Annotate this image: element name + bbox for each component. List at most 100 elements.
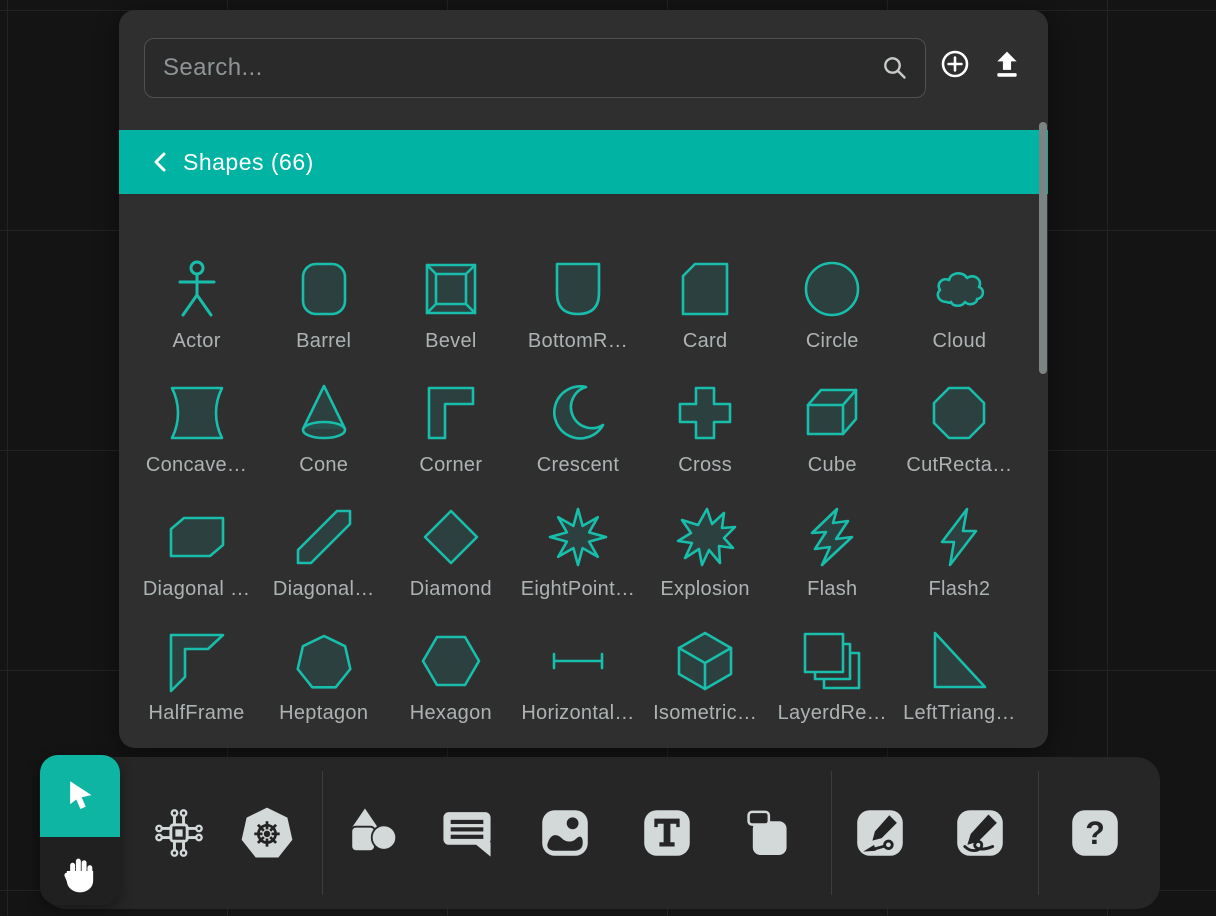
shape-library-panel: Shapes (66) Actor Barrel Bevel BottomR… Card… (119, 10, 1048, 748)
upload-icon (992, 49, 1022, 79)
shape-label: CutRecta… (906, 454, 1012, 476)
kubernetes-tool[interactable] (238, 804, 296, 862)
cross-shape-icon (672, 380, 738, 446)
help-button[interactable]: ? (1068, 806, 1122, 860)
eight-point-star-shape-icon (545, 504, 611, 570)
shape-item[interactable]: Card (642, 256, 769, 352)
shape-item[interactable]: Bevel (387, 256, 514, 352)
shape-item[interactable]: Hexagon (387, 628, 514, 724)
search-row (119, 10, 1048, 130)
circle-shape-icon (799, 256, 865, 322)
shape-item[interactable]: Actor (133, 256, 260, 352)
shape-item[interactable]: Explosion (642, 504, 769, 600)
layered-rect-shape-icon (799, 628, 865, 694)
corner-shape-icon (418, 380, 484, 446)
shape-item[interactable]: Barrel (260, 256, 387, 352)
svg-text:?: ? (1085, 815, 1105, 851)
shape-item[interactable]: Isometric… (642, 628, 769, 724)
bottom-toolbar: ? (42, 757, 1160, 909)
shape-grid: Actor Barrel Bevel BottomR… Card Circle Cloud C… (133, 206, 1023, 724)
shape-label: Diagonal… (273, 578, 375, 600)
shape-item[interactable]: LeftTriang… (896, 628, 1023, 724)
shape-item[interactable]: Diagonal… (260, 504, 387, 600)
search-input[interactable] (145, 39, 881, 97)
shape-label: Isometric… (653, 702, 757, 724)
shape-label: Concave… (146, 454, 247, 476)
sticky-note-tool[interactable] (741, 806, 795, 860)
shape-item[interactable]: Cloud (896, 256, 1023, 352)
cloud-shape-icon (926, 256, 992, 322)
text-icon (640, 806, 694, 860)
cone-shape-icon (291, 380, 357, 446)
heptagon-shape-icon (291, 628, 357, 694)
shape-label: EightPoint… (521, 578, 635, 600)
shape-item[interactable]: Heptagon (260, 628, 387, 724)
shape-label: Crescent (537, 454, 619, 476)
comment-tool[interactable] (438, 804, 496, 862)
shape-item[interactable]: Corner (387, 380, 514, 476)
shape-item[interactable]: Cone (260, 380, 387, 476)
diagonal-rect-shape-icon (164, 504, 230, 570)
shape-item[interactable]: Concave… (133, 380, 260, 476)
upload-button[interactable] (992, 49, 1022, 79)
connector-pen-tool[interactable] (853, 806, 907, 860)
left-triangle-shape-icon (926, 628, 992, 694)
shapes-category-header[interactable]: Shapes (66) (119, 130, 1048, 194)
shape-label: Barrel (296, 330, 351, 352)
pan-tool[interactable] (40, 837, 120, 905)
shape-item[interactable]: EightPoint… (514, 504, 641, 600)
add-shape-button[interactable] (940, 49, 970, 79)
horizontal-line-shape-icon (545, 628, 611, 694)
shape-label: Hexagon (410, 702, 492, 724)
drawing-canvas[interactable]: Shapes (66) Actor Barrel Bevel BottomR… Card… (0, 0, 1216, 916)
diagonal-stripe-shape-icon (291, 504, 357, 570)
shape-item[interactable]: Horizontal… (514, 628, 641, 724)
shape-item[interactable]: Cube (769, 380, 896, 476)
shape-item[interactable]: CutRecta… (896, 380, 1023, 476)
hexagon-shape-icon (418, 628, 484, 694)
image-tool[interactable] (538, 806, 592, 860)
shape-label: LayerdRe… (778, 702, 887, 724)
image-icon (538, 806, 592, 860)
shape-item[interactable]: Cross (642, 380, 769, 476)
crescent-shape-icon (545, 380, 611, 446)
cursor-icon (57, 773, 103, 819)
shape-label: LeftTriang… (903, 702, 1016, 724)
shape-item[interactable]: Circle (769, 256, 896, 352)
pen-connector-icon (853, 806, 907, 860)
shape-item[interactable]: HalfFrame (133, 628, 260, 724)
select-tool[interactable] (40, 755, 120, 837)
shape-label: Cube (808, 454, 857, 476)
flash-shape-icon (799, 504, 865, 570)
shape-label: Diagonal … (143, 578, 251, 600)
shape-label: Actor (172, 330, 220, 352)
shape-item[interactable]: BottomR… (514, 256, 641, 352)
shape-label: Circle (806, 330, 859, 352)
shape-item[interactable]: LayerdRe… (769, 628, 896, 724)
text-tool[interactable] (640, 806, 694, 860)
scrollbar-thumb[interactable] (1039, 122, 1047, 374)
cube-shape-icon (799, 380, 865, 446)
toolbar-divider (322, 771, 323, 895)
diamond-shape-icon (418, 504, 484, 570)
shape-label: Flash (807, 578, 857, 600)
shape-item[interactable]: Diamond (387, 504, 514, 600)
shape-item[interactable]: Flash2 (896, 504, 1023, 600)
shape-label: Card (683, 330, 728, 352)
network-diagram-tool[interactable] (150, 804, 208, 862)
half-frame-shape-icon (164, 628, 230, 694)
shape-item[interactable]: Diagonal … (133, 504, 260, 600)
toolbar-divider (831, 771, 832, 895)
pencil-draw-icon (953, 806, 1007, 860)
shape-label: Flash2 (929, 578, 991, 600)
freehand-draw-tool[interactable] (953, 806, 1007, 860)
shape-label: Explosion (660, 578, 749, 600)
concave-shape-icon (164, 380, 230, 446)
shapes-tool[interactable] (345, 804, 403, 862)
card-shape-icon (672, 256, 738, 322)
toolbar-divider (1038, 771, 1039, 895)
shape-label: Bevel (425, 330, 477, 352)
shape-label: Corner (419, 454, 482, 476)
shape-item[interactable]: Crescent (514, 380, 641, 476)
shape-item[interactable]: Flash (769, 504, 896, 600)
